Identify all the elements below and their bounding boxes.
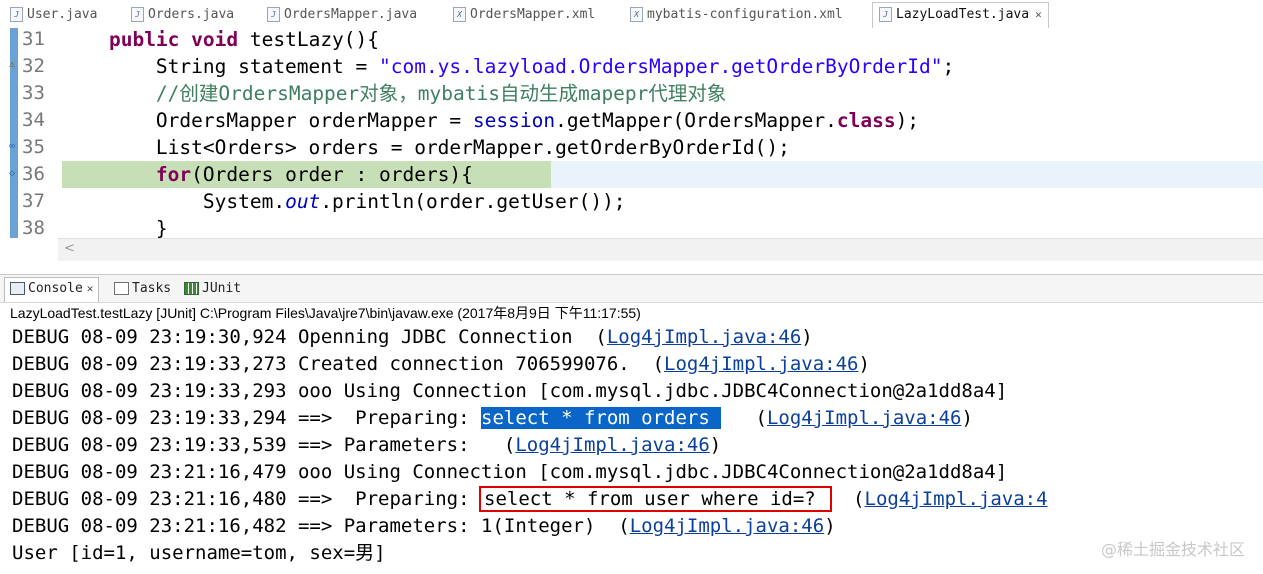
current-line-marker-icon: ◇	[9, 168, 16, 179]
line-number: 35	[22, 136, 45, 158]
console-icon	[10, 282, 25, 295]
tab-tasks[interactable]: Tasks	[114, 278, 171, 300]
code-line-37: System.out.println(order.getUser());	[202, 190, 626, 213]
line-number: 34	[22, 109, 45, 131]
source-link[interactable]: Log4jImpl.java:46	[767, 407, 961, 429]
source-link[interactable]: Log4jImpl.java:46	[630, 515, 824, 537]
view-tab-bar: Console ✕ Tasks JUnit	[0, 274, 1263, 303]
watermark: @稀土掘金技术社区	[1100, 540, 1245, 559]
tab-label: LazyLoadTest.java	[896, 7, 1030, 22]
console-process-description: LazyLoadTest.testLazy [JUnit] C:\Program…	[10, 305, 641, 321]
tab-lazyloadtest-java[interactable]: J LazyLoadTest.java ✕	[872, 2, 1049, 29]
tab-mybatis-configuration-xml[interactable]: Xmybatis-configuration.xml	[630, 4, 843, 26]
tab-junit[interactable]: JUnit	[184, 278, 241, 300]
java-file-icon: J	[10, 7, 23, 22]
tab-label: OrdersMapper.xml	[470, 7, 596, 22]
line-number: 32	[22, 55, 45, 77]
source-link[interactable]: Log4jImpl.java:46	[515, 434, 709, 456]
tab-ordersmapper-xml[interactable]: X OrdersMapper.xml	[453, 4, 595, 26]
java-file-icon: J	[879, 7, 892, 22]
tab-label: User.java	[27, 7, 98, 22]
java-file-icon: J	[131, 7, 144, 22]
java-file-icon: J	[267, 7, 280, 22]
editor-tab-bar: J User.java J Orders.java J OrdersMapper.ja…	[0, 0, 1263, 29]
tab-label: mybatis-configuration.xml	[647, 7, 843, 22]
code-editor[interactable]: 31 32 33 34 35 36 37 38 ⚠ ∞ ◇ public voi…	[0, 28, 1263, 261]
source-link[interactable]: Log4jImpl.java:4	[865, 488, 1048, 510]
code-line-33: //创建OrdersMapper对象，mybatis自动生成mapepr代理对象	[155, 82, 727, 105]
console-line: DEBUG 08-09 23:19:33,273 Created connect…	[12, 353, 870, 375]
line-number: 37	[22, 190, 45, 212]
console-line: DEBUG 08-09 23:19:33,294 ==> Preparing: …	[12, 407, 973, 429]
scroll-left-icon[interactable]: <	[64, 241, 75, 256]
console-line: DEBUG 08-09 23:21:16,482 ==> Parameters:…	[12, 515, 836, 537]
console-line: DEBUG 08-09 23:21:16,480 ==> Preparing: …	[12, 486, 1048, 512]
selected-sql-text: select * from orders	[481, 407, 722, 429]
line-number: 31	[22, 28, 45, 50]
link-marker-icon[interactable]: ∞	[9, 140, 20, 154]
editor-gutter: 31 32 33 34 35 36 37 38 ⚠ ∞ ◇	[0, 28, 58, 260]
horizontal-scrollbar[interactable]: <	[58, 238, 1263, 261]
tab-console[interactable]: Console ✕	[4, 277, 100, 302]
junit-icon	[184, 282, 199, 295]
code-line-36: for(Orders order : orders){	[62, 161, 551, 188]
console-line: User [id=1, username=tom, sex=男]	[12, 542, 386, 564]
line-number: 36	[22, 163, 45, 185]
tasks-icon	[114, 282, 129, 295]
line-number: 38	[22, 217, 45, 239]
tab-label: Orders.java	[148, 7, 235, 22]
code-line-34: OrdersMapper orderMapper = session.getMa…	[155, 109, 920, 132]
line-number: 33	[22, 82, 45, 104]
xml-file-icon: X	[453, 7, 466, 22]
tab-ordersmapper-java[interactable]: J OrdersMapper.java	[267, 4, 417, 26]
code-line-35: List<Orders> orders = orderMapper.getOrd…	[155, 136, 790, 159]
close-icon[interactable]: ✕	[1035, 8, 1042, 21]
code-line-31: public void testLazy(){	[108, 28, 380, 51]
console-line: DEBUG 08-09 23:19:33,293 ooo Using Conne…	[12, 380, 1008, 402]
tab-user-java[interactable]: J User.java	[10, 4, 97, 26]
xml-file-icon: X	[630, 7, 643, 22]
highlighted-sql-box: select * from user where id=?	[478, 486, 833, 512]
console-line: DEBUG 08-09 23:19:33,539 ==> Parameters:…	[12, 434, 722, 456]
source-link[interactable]: Log4jImpl.java:46	[607, 326, 801, 348]
code-line-32: String statement = "com.ys.lazyload.Orde…	[155, 55, 955, 78]
console-line: DEBUG 08-09 23:21:16,479 ooo Using Conne…	[12, 461, 1008, 483]
warning-marker-icon[interactable]: ⚠	[9, 58, 20, 72]
console-line: DEBUG 08-09 23:19:30,924 Openning JDBC C…	[12, 326, 813, 348]
tab-label: OrdersMapper.java	[284, 7, 418, 22]
tab-orders-java[interactable]: J Orders.java	[131, 4, 234, 26]
close-icon[interactable]: ✕	[87, 282, 94, 295]
source-link[interactable]: Log4jImpl.java:46	[664, 353, 858, 375]
